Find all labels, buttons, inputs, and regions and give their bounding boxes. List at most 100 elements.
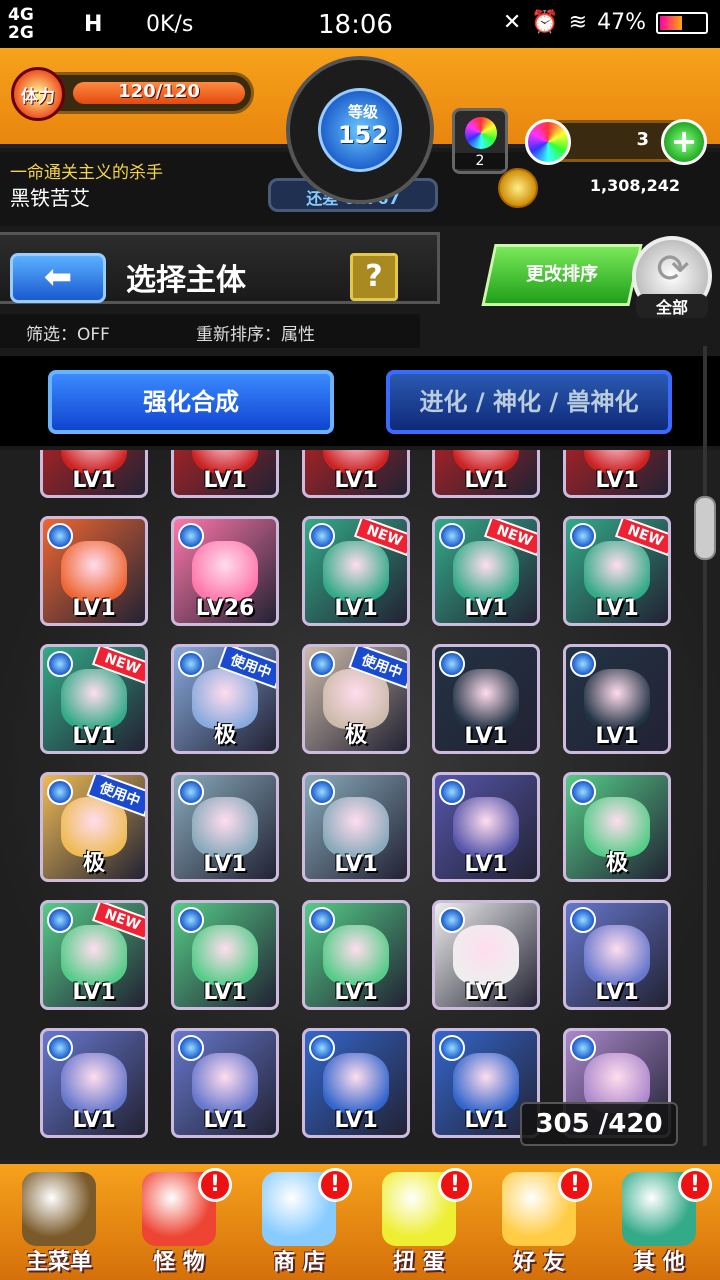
network-2g: 2G <box>8 23 34 43</box>
element-icon <box>439 651 465 677</box>
orb-count: 2 <box>455 153 505 169</box>
monster-card[interactable]: LV1 <box>302 450 410 498</box>
element-icon <box>570 523 596 549</box>
monster-card[interactable]: NEW LV1 <box>563 516 671 626</box>
element-icon <box>570 651 596 677</box>
nav-label: 扭 蛋 <box>393 1250 445 1275</box>
gem-count: 3 <box>636 129 649 150</box>
element-icon <box>439 907 465 933</box>
nav-item[interactable]: 好 友! <box>480 1168 598 1280</box>
monster-level: LV1 <box>203 852 247 877</box>
monster-card[interactable]: 使用中极 <box>302 644 410 754</box>
nav-label: 其 他 <box>633 1250 685 1275</box>
monster-card[interactable]: LV1 <box>432 900 540 1010</box>
element-icon <box>439 779 465 805</box>
monster-card[interactable]: 极 <box>563 772 671 882</box>
tab-power-up[interactable]: 强化合成 <box>48 370 334 434</box>
monster-card[interactable]: NEW LV1 <box>432 516 540 626</box>
monster-card[interactable]: LV1 <box>432 450 540 498</box>
element-icon <box>178 1035 204 1061</box>
tab-evolve[interactable]: 进化 / 神化 / 兽神化 <box>386 370 672 434</box>
monster-card[interactable]: LV1 <box>171 450 279 498</box>
all-button[interactable]: ⟳ 全部 <box>632 236 712 318</box>
box-count: 305 /420 <box>520 1102 678 1146</box>
monster-portrait <box>453 1053 519 1113</box>
monster-card[interactable]: LV1 <box>171 900 279 1010</box>
monster-level: LV1 <box>203 980 247 1005</box>
monster-card[interactable]: LV1 <box>432 644 540 754</box>
element-icon <box>47 651 73 677</box>
monster-card[interactable]: LV1 <box>171 1028 279 1138</box>
nav-item[interactable]: 主菜单 <box>0 1168 118 1280</box>
monster-card[interactable]: LV1 <box>171 772 279 882</box>
monster-card[interactable]: LV1 <box>563 644 671 754</box>
monster-card[interactable]: LV1 <box>563 900 671 1010</box>
selection-header: ⬅ 选择主体 ? <box>0 232 440 304</box>
back-button[interactable]: ⬅ <box>10 253 106 303</box>
monster-card[interactable]: LV1 <box>40 450 148 498</box>
monster-level: LV1 <box>334 980 378 1005</box>
element-icon <box>47 907 73 933</box>
network-indicator: 4G 2G <box>8 6 34 42</box>
status-bar: 4G 2G H 0K/s 18:06 ✕ ⏰ ≋ 47% <box>0 0 720 48</box>
element-icon <box>570 779 596 805</box>
refresh-icon: ⟳ <box>656 246 690 292</box>
nav-item[interactable]: 商 店! <box>240 1168 358 1280</box>
monster-portrait <box>453 925 519 985</box>
monster-card[interactable]: NEW LV1 <box>40 644 148 754</box>
monster-portrait <box>192 925 258 985</box>
monster-card[interactable]: NEW LV1 <box>302 516 410 626</box>
monster-level: LV1 <box>464 980 508 1005</box>
monster-card[interactable]: LV1 <box>302 900 410 1010</box>
player-name: 黑铁苦艾 <box>10 186 90 210</box>
monster-grid-area[interactable]: LV1 LV1 LV1 LV1 LV1 LV1 LV26 NEW LV1 NEW LV1 NEW LV1… <box>0 450 720 1160</box>
monster-card[interactable]: LV1 <box>40 1028 148 1138</box>
element-icon <box>47 779 73 805</box>
monster-portrait <box>61 541 127 601</box>
scroll-track <box>703 346 707 1146</box>
monster-level: LV1 <box>464 468 508 493</box>
stamina-bar[interactable]: 体力 120/120 <box>11 67 254 121</box>
monster-card[interactable]: LV1 <box>302 1028 410 1138</box>
monster-portrait <box>453 669 519 729</box>
nav-label: 主菜单 <box>25 1250 92 1275</box>
help-button[interactable]: ? <box>350 253 398 301</box>
monster-portrait <box>192 797 258 857</box>
monster-card[interactable]: LV26 <box>171 516 279 626</box>
element-icon <box>178 907 204 933</box>
monster-card[interactable]: 使用中极 <box>40 772 148 882</box>
monster-card[interactable]: LV1 <box>40 516 148 626</box>
filter-toggle[interactable]: 筛选：OFF <box>26 320 110 345</box>
monster-card[interactable]: 使用中极 <box>171 644 279 754</box>
monster-portrait <box>453 541 519 601</box>
add-gems-button[interactable]: + <box>661 119 707 165</box>
monster-card[interactable]: LV1 <box>432 772 540 882</box>
nav-icon <box>22 1172 96 1246</box>
alert-icon: ! <box>438 1168 472 1202</box>
monster-level: LV26 <box>195 596 255 621</box>
network-hd: H <box>84 12 103 37</box>
nav-item[interactable]: 怪 物! <box>120 1168 238 1280</box>
element-icon <box>47 1035 73 1061</box>
page-title: 选择主体 <box>126 263 246 298</box>
monster-level: LV1 <box>72 724 116 749</box>
monster-portrait <box>61 669 127 729</box>
monster-level: LV1 <box>334 596 378 621</box>
scroll-thumb[interactable] <box>694 496 716 560</box>
orb-inventory[interactable]: 2 <box>452 108 508 174</box>
alarm-icon: ⏰ <box>531 10 559 35</box>
nav-item[interactable]: 其 他! <box>600 1168 718 1280</box>
monster-card[interactable]: LV1 <box>302 772 410 882</box>
sort-option[interactable]: 重新排序：属性 <box>196 320 315 345</box>
monster-level: 极 <box>213 723 236 748</box>
nav-item[interactable]: 扭 蛋! <box>360 1168 478 1280</box>
reorder-button[interactable]: 更改排序 <box>481 244 643 306</box>
monster-level: LV1 <box>72 980 116 1005</box>
monster-level: LV1 <box>72 596 116 621</box>
monster-card[interactable]: NEW LV1 <box>40 900 148 1010</box>
monster-card[interactable]: LV1 <box>563 450 671 498</box>
element-icon <box>178 523 204 549</box>
bottom-nav: 主菜单怪 物! 商 店! 扭 蛋! 好 友! 其 他! <box>0 1160 720 1280</box>
gem-icon <box>525 119 571 165</box>
monster-level: LV1 <box>203 468 247 493</box>
